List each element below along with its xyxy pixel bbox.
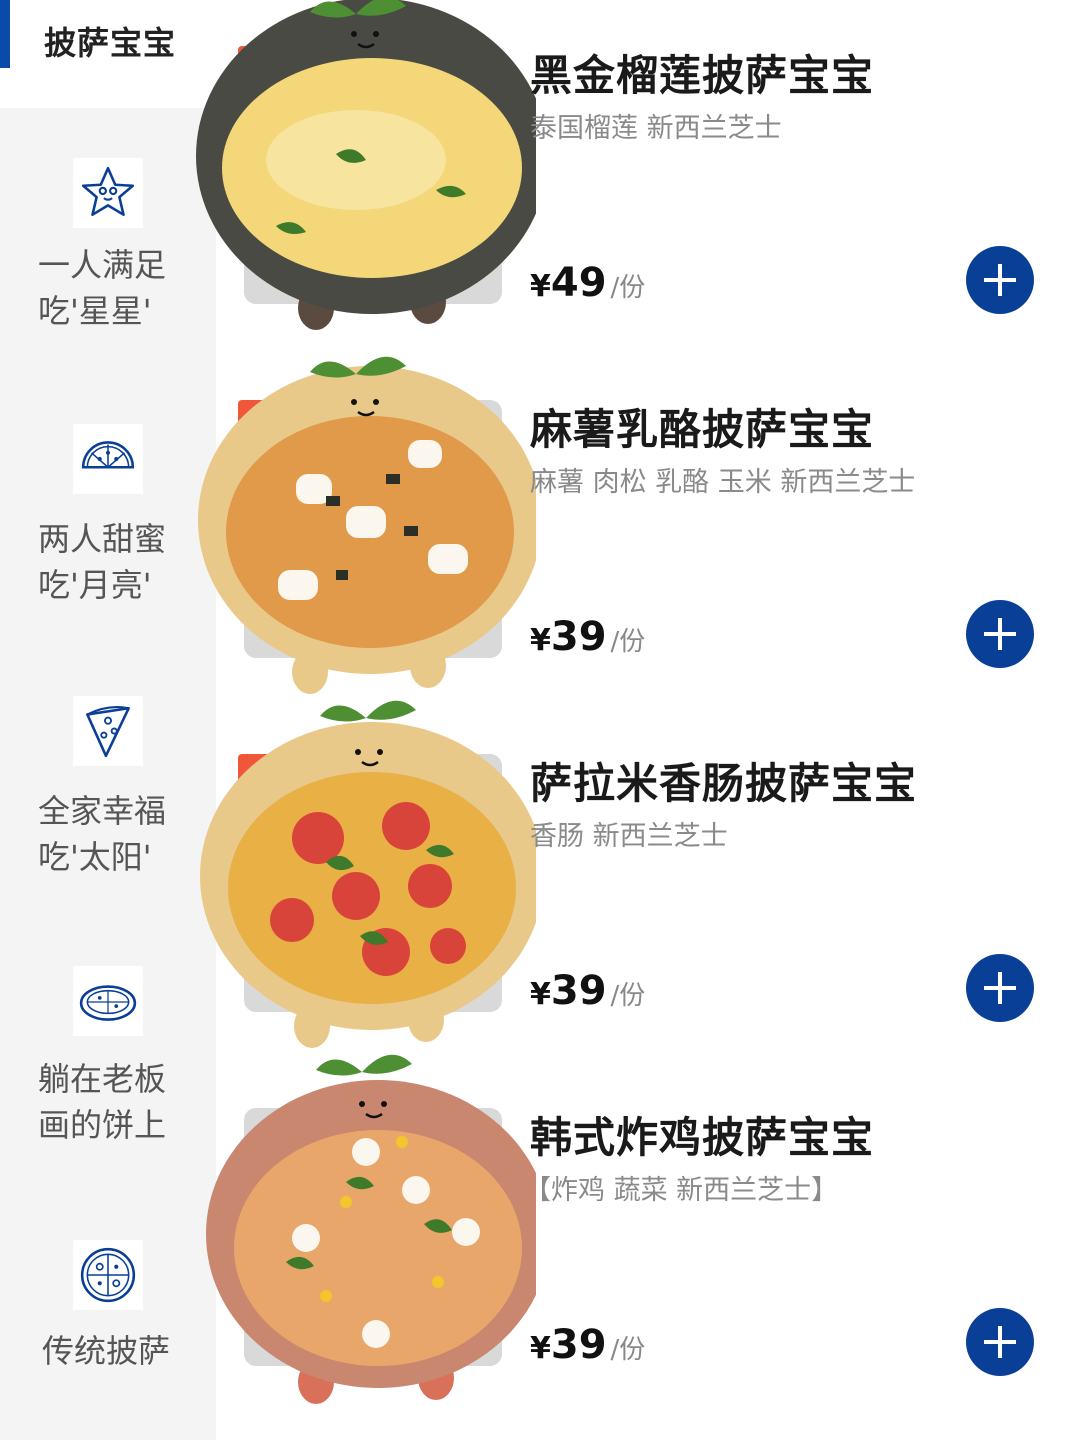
add-to-cart-button[interactable] [966,1308,1034,1376]
pizza-image [200,700,536,1048]
product-name: 麻薯乳酪披萨宝宝 [530,405,875,454]
product-card[interactable]: 黑金榴莲披萨宝宝 泰国榴莲 新西兰芝士 ¥49/份 [196,0,1080,354]
add-to-cart-button[interactable] [966,600,1034,668]
star-icon [73,158,143,228]
product-desc: 【炸鸡 蔬菜 新西兰芝士】 [524,1175,839,1206]
pizza-image [206,1054,536,1404]
product-desc: 麻薯 肉松 乳酪 玉米 新西兰芝士 [530,467,916,498]
active-indicator [0,0,10,68]
sidebar-item-label: 一人满足 吃'星星' [38,246,167,330]
product-card[interactable]: 萨拉米香肠披萨宝宝 香肠 新西兰芝士 ¥39/份 [200,700,1080,1062]
sidebar-item-label: 披萨宝宝 [44,24,177,62]
pizza-image [196,0,536,330]
product-name: 韩式炸鸡披萨宝宝 [530,1113,875,1162]
product-card[interactable]: 韩式炸鸡披萨宝宝 【炸鸡 蔬菜 新西兰芝士】 ¥39/份 [206,1054,1080,1416]
product-card[interactable]: 麻薯乳酪披萨宝宝 麻薯 肉松 乳酪 玉米 新西兰芝士 ¥39/份 [198,354,1080,708]
add-to-cart-button[interactable] [966,954,1034,1022]
pizza-image [198,356,536,694]
pizza-plate-icon [73,966,143,1036]
product-desc: 泰国榴莲 新西兰芝士 [530,113,782,144]
whole-pizza-icon [73,1240,143,1310]
product-desc: 香肠 新西兰芝士 [530,821,728,852]
product-price: ¥39/份 [530,1322,646,1368]
product-price: ¥49/份 [530,260,646,306]
add-to-cart-button[interactable] [966,246,1034,314]
sidebar-item-label: 躺在老板 画的饼上 [38,1060,167,1144]
sidebar-item-label: 全家幸福 吃'太阳' [38,792,167,876]
product-name: 萨拉米香肠披萨宝宝 [530,759,918,808]
product-name: 黑金榴莲披萨宝宝 [530,51,875,100]
pizza-slice-icon [73,696,143,766]
product-price: ¥39/份 [530,614,646,660]
half-pizza-icon [73,424,143,494]
product-price: ¥39/份 [530,968,646,1014]
sidebar-item-label: 两人甜蜜 吃'月亮' [38,520,167,604]
